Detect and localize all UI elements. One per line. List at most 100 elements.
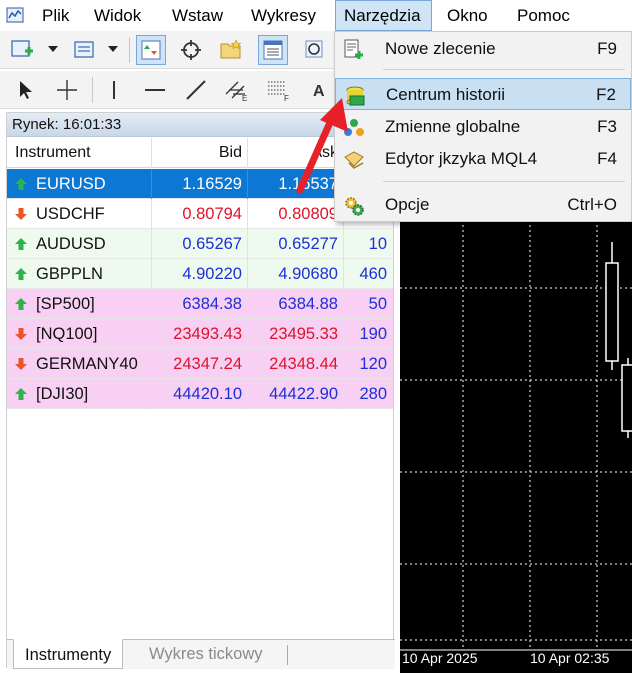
menu-separator [383,69,625,70]
menu-item-shortcut: F9 [597,39,617,58]
magnifier-icon [305,40,323,58]
market-watch-icon [141,40,161,60]
cell-bid: 24347.24 [152,349,248,379]
price-down-arrow-icon [15,358,27,370]
symbol-label: [DJI30] [36,385,89,403]
horizontal-line-icon [145,89,165,91]
column-header-instrument[interactable]: Instrument [7,138,152,168]
menu-plik[interactable]: Plik [34,0,77,31]
menu-item-history-center[interactable]: Centrum historii F2 [335,78,631,110]
equidistant-channel-button[interactable]: E [222,75,252,105]
cell-ask: 4.90680 [248,259,344,289]
candles [605,242,632,438]
cell-symbol: [DJI30] [7,379,152,409]
cell-symbol: GERMANY40 [7,349,152,379]
column-header-bid[interactable]: Bid [152,138,248,168]
toolbar-separator [129,37,130,63]
table-row[interactable]: [SP500] 6384.38 6384.88 50 [7,289,393,319]
crosshair-target-icon [181,40,201,60]
menu-pomoc[interactable]: Pomoc [509,0,578,31]
table-row[interactable]: AUDUSD 0.65267 0.65277 10 [7,229,393,259]
cell-ask: 6384.88 [248,289,344,319]
symbol-label: [NQ100] [36,325,98,343]
menu-item-mql4-editor[interactable]: Edytor jkzyka MQL4 F4 [335,143,631,175]
menu-item-label: Nowe zlecenie [385,39,496,58]
profiles-icon [74,41,94,58]
app-icon[interactable] [6,7,24,23]
menu-item-shortcut: F4 [597,149,617,168]
cell-symbol: [NQ100] [7,319,152,349]
terminal-toggle[interactable] [258,35,288,65]
tab-instrumenty[interactable]: Instrumenty [13,639,124,669]
menu-bar: Plik Widok Wstaw Wykresy Narzędzia Okno … [0,0,632,31]
text-tool-button[interactable]: A [304,75,334,105]
table-row[interactable]: GERMANY40 24347.24 24348.44 120 [7,349,393,379]
market-watch-tabs: Instrumenty Wykres tickowy [7,639,395,669]
channel-icon: E [225,81,247,102]
cell-spread: 460 [359,265,387,283]
market-watch-toggle[interactable] [136,35,166,65]
new-order-icon [344,39,363,59]
cell-ask: 0.65277 [248,229,344,259]
vertical-line-button[interactable] [99,75,129,105]
menu-item-shortcut: F2 [596,85,616,104]
symbol-label: AUDUSD [36,235,106,253]
global-variables-icon [344,119,364,136]
tab-wykres-tickowy[interactable]: Wykres tickowy [138,639,274,669]
symbol-label: GBPPLN [36,265,103,283]
menu-wstaw[interactable]: Wstaw [164,0,231,31]
new-chart-dropdown-icon[interactable] [48,46,58,52]
cell-ask: 24348.44 [248,349,344,379]
table-row[interactable]: [NQ100] 23493.43 23495.33 190 [7,319,393,349]
crosshair-icon [57,80,77,100]
fibonacci-button[interactable]: F [263,75,293,105]
cell-symbol: [SP500] [7,289,152,319]
menu-wykresy[interactable]: Wykresy [243,0,324,31]
cell-spread: 10 [368,235,387,253]
menu-okno[interactable]: Okno [439,0,496,31]
menu-widok[interactable]: Widok [86,0,149,31]
column-header-ask[interactable]: Ask [248,138,344,168]
menu-item-global-variables[interactable]: Zmienne globalne F3 [335,111,631,143]
symbol-label: USDCHF [36,205,105,223]
menu-separator [383,181,625,182]
menu-narzedzia[interactable]: Narzędzia [335,0,432,31]
symbol-label: GERMANY40 [36,355,138,373]
cell-bid: 23493.43 [152,319,248,349]
cell-bid: 0.80794 [152,199,248,229]
crosshair-tool-button[interactable] [52,75,82,105]
cursor-tool-button[interactable] [10,75,40,105]
strategy-tester-button[interactable] [300,35,330,65]
menu-item-label: Centrum historii [386,85,506,104]
trendline-icon [186,80,206,100]
menu-item-options[interactable]: Opcje Ctrl+O [335,189,631,221]
tools-dropdown-menu: Nowe zlecenie F9 Centrum historii F2 Zmi… [334,31,632,222]
symbol-label: EURUSD [36,175,106,193]
profiles-dropdown-icon[interactable] [108,46,118,52]
cell-ask: 1.16537 [248,169,344,199]
trendline-button[interactable] [181,75,211,105]
cell-symbol: AUDUSD [7,229,152,259]
text-a-icon: A [313,83,325,100]
menu-item-shortcut: F3 [597,117,617,136]
price-up-arrow-icon [15,298,27,310]
horizontal-line-button[interactable] [140,75,170,105]
fibonacci-icon: F [268,81,289,102]
cursor-arrow-icon [20,81,32,99]
table-row[interactable]: [DJI30] 44420.10 44422.90 280 [7,379,393,409]
candle [605,262,619,362]
new-chart-button[interactable] [8,35,38,65]
cell-bid: 6384.38 [152,289,248,319]
chart-grid [400,210,632,650]
menu-item-new-order[interactable]: Nowe zlecenie F9 [335,33,631,65]
svg-text:A: A [313,83,325,100]
svg-text:E: E [242,94,247,102]
chart-area[interactable]: 10 Apr 2025 10 Apr 02:35 [400,210,632,673]
chart-canvas[interactable] [400,210,632,673]
favorites-button[interactable] [216,35,246,65]
navigator-button[interactable] [176,35,206,65]
profiles-button[interactable] [70,35,100,65]
history-center-icon [346,86,365,106]
price-down-arrow-icon [15,328,27,340]
table-row[interactable]: GBPPLN 4.90220 4.90680 460 [7,259,393,289]
